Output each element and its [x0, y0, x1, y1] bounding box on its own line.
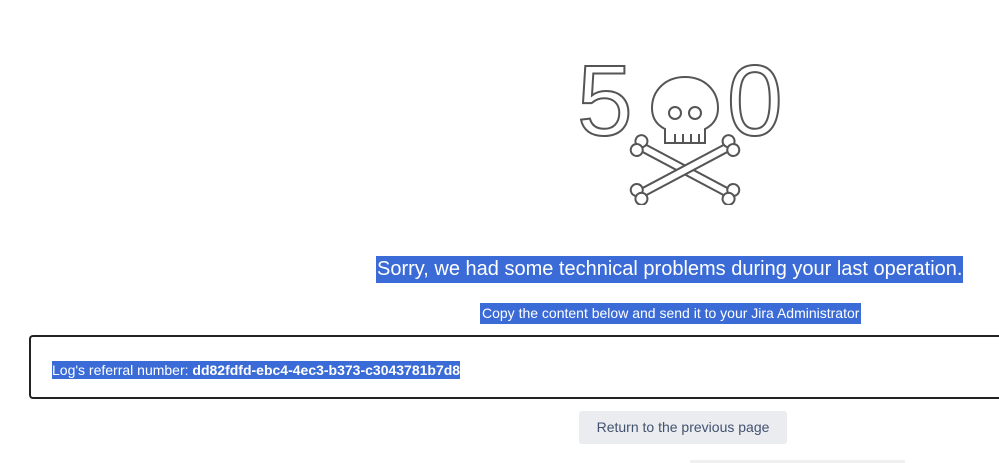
log-referral-label: Log's referral number: [52, 362, 193, 378]
log-referral-number: dd82fdfd-ebc4-4ec3-b373-c3043781b7d8 [192, 362, 461, 378]
error-digit-five: 5 [577, 55, 633, 157]
skull-crossbones-icon: 5 0 [576, 55, 784, 205]
log-referral-box: Log's referral number: dd82fdfd-ebc4-4ec… [29, 335, 999, 399]
log-referral-line: Log's referral number: dd82fdfd-ebc4-4ec… [52, 361, 461, 379]
skull-icon [650, 75, 720, 144]
return-previous-page-button[interactable]: Return to the previous page [579, 411, 787, 444]
error-headline: Sorry, we had some technical problems du… [376, 256, 964, 283]
error-500-illustration: 5 0 [575, 55, 795, 205]
error-instruction: Copy the content below and send it to yo… [480, 303, 862, 324]
error-page: 5 0 Sorry, we had some technical problem… [0, 0, 999, 463]
